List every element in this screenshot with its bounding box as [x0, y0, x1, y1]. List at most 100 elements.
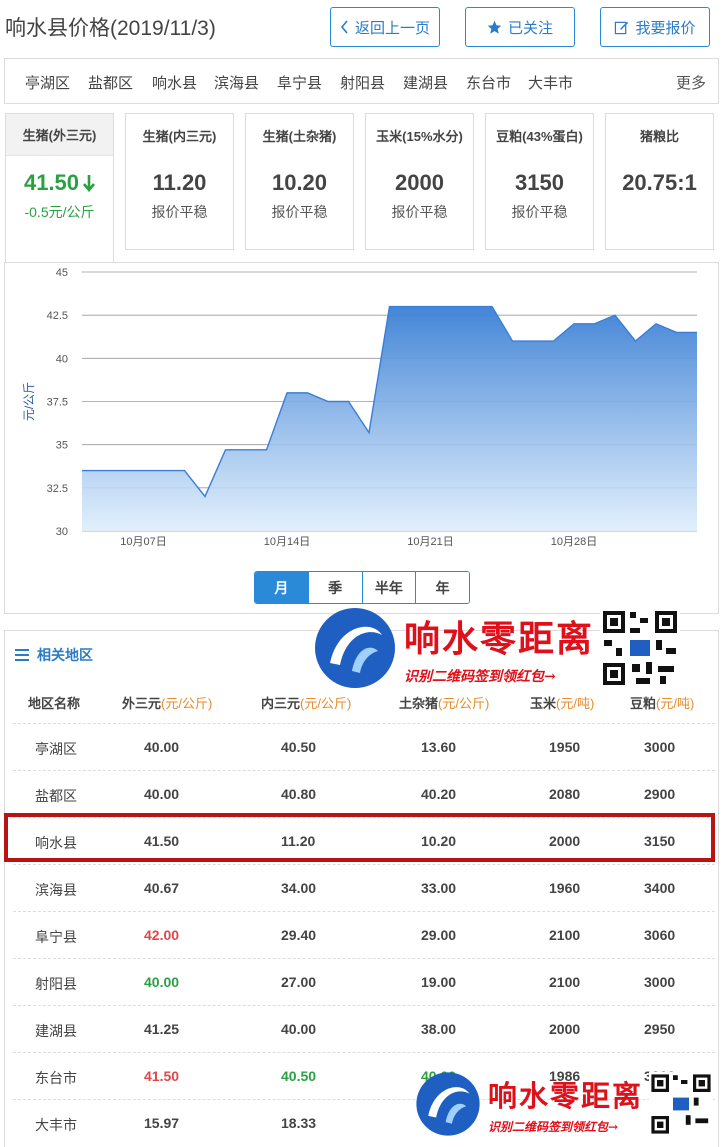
x-tick-label: 10月21日: [407, 536, 453, 548]
card-status: 报价平稳: [511, 204, 568, 220]
row-cell-c: 38.00: [421, 1021, 457, 1037]
region-item[interactable]: 亭湖区: [25, 72, 70, 93]
row-cell-b: 29.40: [281, 927, 317, 943]
region-item[interactable]: 大丰市: [528, 72, 573, 93]
card-value: 3150: [515, 170, 564, 195]
row-region-name: 东台市: [35, 1070, 77, 1086]
region-item[interactable]: 阜宁县: [277, 72, 322, 93]
row-region-name: 大丰市: [35, 1117, 77, 1133]
row-cell-b: 27.00: [281, 974, 317, 990]
row-cell-e: 3000: [644, 974, 676, 990]
row-cell-e: 2950: [644, 1021, 676, 1037]
page-header: 响水县价格(2019/11/3) 返回上一页 已关注 我要报价: [0, 0, 723, 56]
quote-label: 我要报价: [635, 19, 696, 37]
y-tick-label: 45: [56, 267, 68, 279]
row-cell-d: 2100: [549, 974, 581, 990]
card-label: 猪粮比: [639, 128, 679, 144]
region-item[interactable]: 东台市: [466, 72, 511, 93]
region-nav: 亭湖区 盐都区 响水县 滨海县 阜宁县 射阳县 建湖县 东台市 大丰市 更多: [4, 58, 719, 104]
row-cell-d: 1950: [549, 739, 581, 755]
price-chart: 45 42.5 40 37.5 35 32.5 30 元/公斤 10月07日 10月14日 10月2…: [4, 262, 719, 614]
row-cell-e: 2900: [644, 786, 676, 802]
price-cards: 生猪(外三元) 41.50 -0.5元/公斤 生猪(内三元) 11.20 报价平…: [5, 113, 720, 263]
arrow-down-icon: [83, 175, 96, 192]
row-cell-b: 40.00: [281, 1021, 317, 1037]
row-cell-b: 18.33: [281, 1115, 317, 1131]
chevron-left-icon: [340, 20, 348, 34]
page-title: 响水县价格(2019/11/3): [5, 17, 216, 40]
price-card[interactable]: 生猪(土杂猪) 10.20 报价平稳: [245, 113, 354, 250]
card-change: -0.5元/公斤: [24, 204, 95, 220]
price-card[interactable]: 猪粮比 20.75:1: [605, 113, 714, 250]
y-tick-label: 30: [56, 526, 68, 538]
timeframe-year[interactable]: 年: [416, 572, 469, 603]
x-tick-label: 10月07日: [120, 536, 166, 548]
watermark-subtitle: 识别二维码签到领红包→: [404, 669, 556, 685]
row-cell-c: 13.60: [421, 739, 457, 755]
row-cell-d: 2000: [549, 1021, 581, 1037]
card-status: 报价平稳: [151, 204, 208, 220]
y-tick-label: 40: [56, 353, 68, 365]
row-cell-e: 3400: [644, 880, 676, 896]
row-cell-b: 40.50: [281, 739, 317, 755]
card-label: 生猪(土杂猪): [262, 128, 337, 144]
timeframe-selector: 月 季 半年 年: [254, 571, 470, 604]
card-value: 11.20: [152, 170, 207, 195]
row-cell-b: 34.00: [281, 880, 317, 896]
row-region-name: 射阳县: [35, 976, 77, 992]
column-header: 土杂猪(元/公斤): [399, 696, 490, 711]
region-item[interactable]: 射阳县: [340, 72, 385, 93]
row-cell-a: 41.25: [144, 1021, 180, 1037]
watermark-text: 响水零距离 识别二维码签到领红包→: [404, 610, 594, 686]
row-cell-c: 33.00: [421, 880, 457, 896]
row-region-name: 盐都区: [35, 788, 77, 804]
row-cell-d: 1960: [549, 880, 581, 896]
table-row[interactable]: 阜宁县 42.00 29.40 29.00 2100 3060: [13, 911, 715, 958]
row-cell-c: 19.00: [421, 974, 457, 990]
y-tick-label: 42.5: [47, 310, 68, 322]
timeframe-month[interactable]: 月: [255, 572, 309, 603]
row-region-name: 亭湖区: [35, 741, 77, 757]
region-more-link[interactable]: 更多: [676, 72, 706, 93]
price-card[interactable]: 玉米(15%水分) 2000 报价平稳: [365, 113, 474, 250]
price-card-active[interactable]: 生猪(外三元) 41.50 -0.5元/公斤: [5, 113, 114, 263]
follow-button[interactable]: 已关注: [465, 7, 575, 47]
watermark-subtitle: 识别二维码签到领红包→: [488, 1120, 619, 1134]
region-item[interactable]: 盐都区: [88, 72, 133, 93]
y-tick-label: 35: [56, 440, 68, 452]
row-cell-a: 42.00: [144, 927, 180, 943]
region-item[interactable]: 滨海县: [214, 72, 259, 93]
row-cell-d: 2080: [549, 786, 581, 802]
logo-icon: [416, 1072, 480, 1136]
table-row[interactable]: 滨海县 40.67 34.00 33.00 1960 3400: [13, 864, 715, 911]
quote-button[interactable]: 我要报价: [600, 7, 710, 47]
row-cell-a: 40.00: [144, 739, 180, 755]
row-cell-e: 3060: [644, 927, 676, 943]
edit-icon: [615, 21, 629, 34]
column-header: 内三元(元/公斤): [261, 696, 352, 711]
card-label: 生猪(内三元): [142, 128, 217, 144]
card-value: 10.20: [271, 170, 328, 195]
price-card[interactable]: 生猪(内三元) 11.20 报价平稳: [125, 113, 234, 250]
y-tick-label: 37.5: [47, 397, 68, 409]
region-item[interactable]: 响水县: [152, 72, 197, 93]
column-header: 地区名称: [28, 696, 81, 711]
timeframe-half-year[interactable]: 半年: [362, 572, 417, 603]
card-status: 报价平稳: [391, 204, 448, 220]
watermark-top: 响水零距离 识别二维码签到领红包→: [312, 605, 681, 691]
table-row[interactable]: 射阳县 40.00 27.00 19.00 2100 3000: [13, 958, 715, 1005]
table-row[interactable]: 盐都区 40.00 40.80 40.20 2080 2900: [13, 770, 715, 817]
price-card[interactable]: 豆粕(43%蛋白) 3150 报价平稳: [485, 113, 594, 250]
region-item[interactable]: 建湖县: [403, 72, 448, 93]
row-cell-b: 40.80: [281, 786, 317, 802]
price-chart-svg: 45 42.5 40 37.5 35 32.5 30 元/公斤 10月07日 10月14日 10月2…: [22, 267, 697, 548]
card-value: 20.75:1: [622, 170, 697, 195]
related-header: 相关地区: [15, 645, 93, 665]
row-cell-c: 40.20: [421, 786, 457, 802]
back-button[interactable]: 返回上一页: [330, 7, 440, 47]
card-value-text: 41.50: [23, 170, 80, 195]
card-label: 豆粕(43%蛋白): [496, 128, 583, 144]
table-row[interactable]: 亭湖区 40.00 40.50 13.60 1950 3000: [13, 723, 715, 770]
table-row[interactable]: 建湖县 41.25 40.00 38.00 2000 2950: [13, 1005, 715, 1052]
timeframe-quarter[interactable]: 季: [308, 572, 363, 603]
